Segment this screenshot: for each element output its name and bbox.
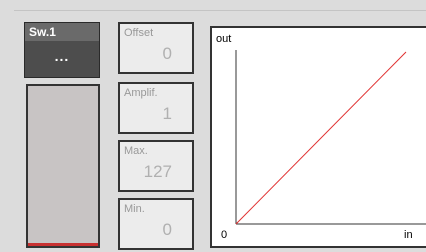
amplif-field[interactable]: Amplif. 1 bbox=[118, 82, 194, 134]
amplif-label: Amplif. bbox=[124, 87, 158, 99]
graph-canvas: out in 0 bbox=[216, 33, 426, 241]
offset-label: Offset bbox=[124, 27, 154, 39]
panel-top-divider bbox=[14, 10, 426, 11]
control-panel: Sw.1 ... Offset 0 Amplif. 1 Max. 127 Min… bbox=[0, 0, 426, 252]
max-label: Max. bbox=[124, 145, 148, 157]
amplif-value[interactable]: 1 bbox=[163, 104, 172, 124]
switch-title: Sw.1 bbox=[25, 23, 99, 41]
x-axis-label: in bbox=[404, 229, 413, 241]
min-label: Min. bbox=[124, 203, 145, 215]
max-value[interactable]: 127 bbox=[144, 162, 172, 182]
y-axis-label: out bbox=[216, 33, 231, 45]
switch-menu-button[interactable]: ... bbox=[25, 41, 99, 77]
min-value[interactable]: 0 bbox=[163, 220, 172, 240]
min-field[interactable]: Min. 0 bbox=[118, 198, 194, 250]
switch-slider-indicator bbox=[28, 243, 98, 246]
transfer-graph[interactable]: out in 0 bbox=[210, 26, 426, 248]
origin-label: 0 bbox=[221, 229, 227, 241]
switch-header[interactable]: Sw.1 ... bbox=[24, 22, 100, 78]
switch-slider[interactable] bbox=[26, 84, 100, 248]
max-field[interactable]: Max. 127 bbox=[118, 140, 194, 192]
offset-field[interactable]: Offset 0 bbox=[118, 22, 194, 74]
offset-value[interactable]: 0 bbox=[163, 44, 172, 64]
transfer-curve bbox=[235, 51, 407, 225]
